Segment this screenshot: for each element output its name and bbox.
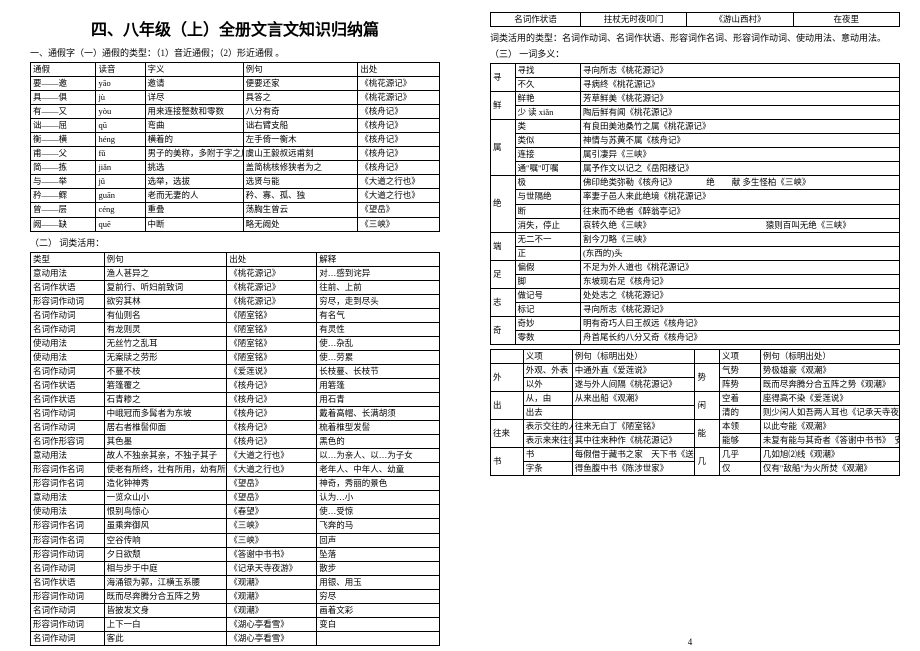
hdr: 解释 [317, 252, 440, 266]
hdr: 出处 [227, 252, 317, 266]
section2-heading: （二） 词类活用： [30, 236, 440, 249]
hdr: 例句 [104, 252, 227, 266]
hdr: 例句 [243, 63, 358, 77]
table-yici-duoyi-2: 义项 例句（标明出处） 义项 例句（标明出处） 外外观、外表中通外直《爱莲说》势… [490, 349, 900, 476]
cilei-types-note: 词类活用的类型：名词作动词、名词作状语、形容词作名词、形容词作动词、使动用法、意… [490, 31, 900, 44]
page-number: 4 [460, 637, 920, 647]
table-yici-duoyi: 寻寻找寻向所志《桃花源记》 不久寻病终《桃花源记》 鲜鲜艳芳草鲜美《桃花源记》 … [490, 63, 900, 345]
top-continuation-row: 名词作状语 拄杖无时夜叩门 《游山西村》 在夜里 [490, 12, 900, 27]
hdr: 例句（标明出处） [760, 349, 899, 363]
hdr: 读音 [96, 63, 145, 77]
hdr: 义项 [523, 349, 572, 363]
hdr: 例句（标明出处） [572, 349, 695, 363]
hdr: 类型 [31, 252, 105, 266]
hdr: 字义 [145, 63, 243, 77]
table-tongjia: 通假 读音 字义 例句 出处 要——邀yāo邀请便要还家《桃花源记》 具——俱j… [30, 62, 440, 232]
hdr: 义项 [720, 349, 761, 363]
table-cilei: 类型 例句 出处 解释 意动用法渔人甚异之《桃花源记》对…感到诧异 名词作状语复… [30, 252, 440, 646]
section3-heading: （三） 一词多义： [490, 47, 900, 60]
section1-heading: 一、通假字（一）通假的类型：（1）音近通假；（2）形近通假 。 [30, 46, 440, 59]
hdr: 通假 [31, 63, 96, 77]
hdr: 出处 [358, 63, 440, 77]
page-title: 四、八年级（上）全册文言文知识归纳篇 [30, 16, 440, 40]
